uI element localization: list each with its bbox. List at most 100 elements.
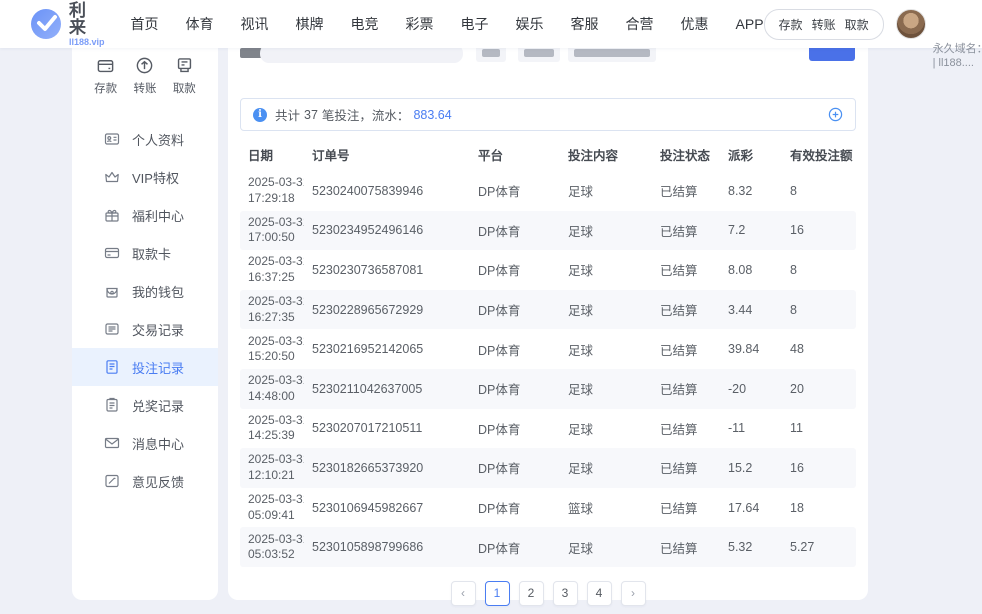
sidebar-item-wallet[interactable]: 我的钱包 bbox=[72, 272, 218, 310]
cell-content: 足球 bbox=[560, 260, 652, 279]
cell-status: 已结算 bbox=[652, 498, 720, 517]
cell-date: 2025-03-3116:37:25 bbox=[240, 254, 304, 285]
cell-status: 已结算 bbox=[652, 458, 720, 477]
nav-item-esports[interactable]: 电竞 bbox=[351, 14, 379, 34]
cell-order: 5230105898799686 bbox=[304, 540, 470, 554]
summary-middle: 笔投注，流水： bbox=[322, 105, 410, 124]
header-right: 存款 转账 取款 anxin3399 总资产： 1363.49元 永久域名：ll… bbox=[764, 0, 982, 71]
nav-item-slots[interactable]: 电子 bbox=[461, 14, 489, 34]
table-header: 日期 订单号 平台 投注内容 投注状态 派彩 有效投注额 bbox=[240, 137, 856, 171]
cell-content: 足球 bbox=[560, 340, 652, 359]
avatar[interactable] bbox=[896, 9, 926, 39]
top-header: 利 来 ll188.vip 首页 体育 视讯 棋牌 电竞 彩票 电子 娱乐 客服… bbox=[0, 0, 982, 48]
logo-domain: ll188.vip bbox=[69, 38, 105, 47]
nav-item-live[interactable]: 视讯 bbox=[241, 14, 269, 34]
logo[interactable]: 利 来 ll188.vip bbox=[30, 2, 105, 47]
quick-withdraw-button[interactable]: 取款 bbox=[173, 56, 196, 96]
feedback-icon bbox=[104, 473, 120, 489]
quick-transfer-button[interactable]: 转账 bbox=[133, 56, 156, 96]
nav-item-app[interactable]: APP bbox=[736, 16, 764, 32]
page-button-3[interactable]: 3 bbox=[553, 581, 578, 606]
table-row[interactable]: 2025-03-3115:20:50 5230216952142065 DP体育… bbox=[240, 329, 856, 369]
cell-order: 5230211042637005 bbox=[304, 382, 470, 396]
user-box[interactable]: anxin3399 总资产： 1363.49元 永久域名：ll188.vip |… bbox=[896, 0, 982, 71]
table-row[interactable]: 2025-03-3117:00:50 5230234952496146 DP体育… bbox=[240, 211, 856, 251]
cell-status: 已结算 bbox=[652, 419, 720, 438]
nav-item-home[interactable]: 首页 bbox=[131, 14, 159, 34]
nav-item-promo[interactable]: 优惠 bbox=[681, 14, 709, 34]
cell-valid: 48 bbox=[782, 342, 856, 356]
envelope-icon bbox=[104, 435, 120, 451]
cell-content: 足球 bbox=[560, 300, 652, 319]
cell-valid: 8 bbox=[782, 303, 856, 317]
username: anxin3399 bbox=[933, 0, 982, 42]
nav-item-lottery[interactable]: 彩票 bbox=[406, 14, 434, 34]
cell-platform: DP体育 bbox=[470, 340, 560, 359]
table-row[interactable]: 2025-03-3105:03:52 5230105898799686 DP体育… bbox=[240, 527, 856, 567]
cell-content: 足球 bbox=[560, 538, 652, 557]
page-button-1[interactable]: 1 bbox=[485, 581, 510, 606]
sidebar-item-message-center[interactable]: 消息中心 bbox=[72, 424, 218, 462]
cell-order: 5230234952496146 bbox=[304, 223, 470, 237]
table-row[interactable]: 2025-03-3114:48:00 5230211042637005 DP体育… bbox=[240, 369, 856, 409]
plus-circle-icon[interactable] bbox=[828, 107, 843, 122]
pill-deposit-button[interactable]: 存款 bbox=[779, 16, 803, 33]
cell-valid: 5.27 bbox=[782, 540, 856, 554]
nav-item-chess[interactable]: 棋牌 bbox=[296, 14, 324, 34]
cell-payout: 8.32 bbox=[720, 184, 782, 198]
cell-content: 足球 bbox=[560, 379, 652, 398]
cell-platform: DP体育 bbox=[470, 498, 560, 517]
pagination: ‹ 1234 › bbox=[228, 581, 868, 606]
table-row[interactable]: 2025-03-3116:37:25 5230230736587081 DP体育… bbox=[240, 250, 856, 290]
transfer-icon bbox=[135, 56, 154, 75]
cell-date: 2025-03-3117:29:18 bbox=[240, 175, 304, 206]
main-panel: i 共计 37 笔投注，流水： 883.64 日期 订单号 平台 投注内容 投注… bbox=[228, 34, 868, 600]
sidebar-item-transactions[interactable]: 交易记录 bbox=[72, 310, 218, 348]
summary-count: 37 bbox=[304, 108, 318, 122]
nav-item-entertainment[interactable]: 娱乐 bbox=[516, 14, 544, 34]
wallet-icon bbox=[104, 283, 120, 299]
col-date: 日期 bbox=[240, 145, 304, 164]
sidebar-item-vip[interactable]: VIP特权 bbox=[72, 158, 218, 196]
page-button-4[interactable]: 4 bbox=[587, 581, 612, 606]
sidebar-item-bet-records[interactable]: 投注记录 bbox=[72, 348, 218, 386]
table-row[interactable]: 2025-03-3117:29:18 5230240075839946 DP体育… bbox=[240, 171, 856, 211]
sidebar-item-feedback[interactable]: 意见反馈 bbox=[72, 462, 218, 500]
pill-transfer-button[interactable]: 转账 bbox=[812, 16, 836, 33]
sidebar-item-redeem-records[interactable]: 兑奖记录 bbox=[72, 386, 218, 424]
cell-payout: 39.84 bbox=[720, 342, 782, 356]
page-button-2[interactable]: 2 bbox=[519, 581, 544, 606]
document-icon bbox=[104, 359, 120, 375]
sidebar-item-welfare[interactable]: 福利中心 bbox=[72, 196, 218, 234]
cell-payout: 5.32 bbox=[720, 540, 782, 554]
cell-platform: DP体育 bbox=[470, 181, 560, 200]
cell-status: 已结算 bbox=[652, 260, 720, 279]
sidebar-item-profile[interactable]: 个人资料 bbox=[72, 120, 218, 158]
col-payout: 派彩 bbox=[720, 145, 782, 164]
table-row[interactable]: 2025-03-3114:25:39 5230207017210511 DP体育… bbox=[240, 409, 856, 449]
table-row[interactable]: 2025-03-3116:27:35 5230228965672929 DP体育… bbox=[240, 290, 856, 330]
cell-date: 2025-03-3114:48:00 bbox=[240, 373, 304, 404]
pill-withdraw-button[interactable]: 取款 bbox=[845, 16, 869, 33]
cell-content: 篮球 bbox=[560, 498, 652, 517]
quick-deposit-button[interactable]: 存款 bbox=[94, 56, 117, 96]
cell-content: 足球 bbox=[560, 221, 652, 240]
nav-item-partner[interactable]: 合营 bbox=[626, 14, 654, 34]
summary-prefix: 共计 bbox=[275, 105, 300, 124]
summary-turnover: 883.64 bbox=[413, 108, 451, 122]
table-row[interactable]: 2025-03-3112:10:21 5230182665373920 DP体育… bbox=[240, 448, 856, 488]
sidebar-quick-actions: 存款 转账 取款 bbox=[72, 56, 218, 96]
bets-table: 日期 订单号 平台 投注内容 投注状态 派彩 有效投注额 2025-03-311… bbox=[240, 137, 856, 567]
nav-item-service[interactable]: 客服 bbox=[571, 14, 599, 34]
withdraw-icon bbox=[175, 56, 194, 75]
cell-order: 5230230736587081 bbox=[304, 263, 470, 277]
prev-page-button[interactable]: ‹ bbox=[451, 581, 476, 606]
next-page-button[interactable]: › bbox=[621, 581, 646, 606]
col-order: 订单号 bbox=[304, 145, 470, 164]
nav-item-sports[interactable]: 体育 bbox=[186, 14, 214, 34]
info-icon: i bbox=[253, 108, 267, 122]
sidebar-item-withdraw-card[interactable]: 取款卡 bbox=[72, 234, 218, 272]
cell-date: 2025-03-3112:10:21 bbox=[240, 452, 304, 483]
cell-order: 5230207017210511 bbox=[304, 421, 470, 435]
table-row[interactable]: 2025-03-3105:09:41 5230106945982667 DP体育… bbox=[240, 488, 856, 528]
